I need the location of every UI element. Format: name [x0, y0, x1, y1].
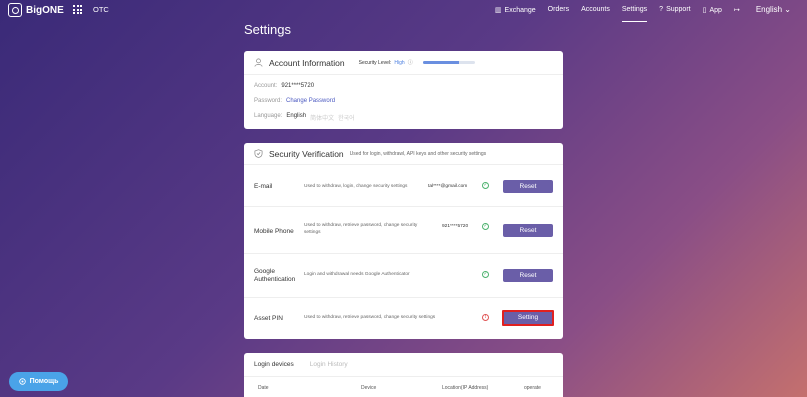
- nav-exchange[interactable]: ▥ Exchange: [489, 6, 542, 14]
- language-label: Language:: [254, 113, 283, 119]
- column-header-operate: operate: [524, 385, 541, 391]
- security-progress-fill: [422, 61, 460, 64]
- security-row-email: E-mail Used to withdraw, login, change s…: [244, 165, 563, 207]
- question-icon: ?: [659, 6, 664, 13]
- info-icon[interactable]: ⓘ: [408, 59, 413, 66]
- page-title: Settings: [244, 22, 291, 37]
- row-desc: Used to withdraw, retrieve password, cha…: [304, 315, 436, 320]
- tab-login-devices[interactable]: Login devices: [254, 361, 294, 368]
- row-name: Asset PIN: [254, 315, 283, 322]
- asset-pin-setting-button[interactable]: Setting: [502, 310, 554, 326]
- column-header-date: Date: [258, 385, 269, 391]
- row-desc: Used to withdraw, retrieve password, cha…: [304, 223, 418, 235]
- nav-settings[interactable]: Settings: [616, 6, 653, 22]
- account-info-card: Account Information Security Level: High…: [244, 51, 563, 129]
- column-header-device: Device: [361, 385, 377, 391]
- chat-icon: [18, 378, 26, 385]
- chart-icon: ▥: [494, 6, 502, 14]
- security-level-label: Security Level:: [358, 59, 392, 66]
- row-name: E-mail: [254, 183, 273, 190]
- tab-login-history[interactable]: Login History: [310, 361, 348, 368]
- login-devices-card: Login devices Login History Date Device …: [244, 353, 563, 397]
- mobile-reset-button[interactable]: Reset: [503, 224, 553, 237]
- security-row-asset-pin: Asset PIN Used to withdraw, retrieve pas…: [244, 298, 563, 339]
- change-password-link[interactable]: Change Password: [286, 98, 335, 104]
- warning-circle-icon: !: [482, 314, 489, 321]
- help-button[interactable]: Помощь: [9, 372, 68, 391]
- row-desc: Login and withdrawal needs Google Authen…: [304, 272, 410, 277]
- security-level-value: High: [394, 59, 405, 66]
- email-reset-button[interactable]: Reset: [503, 180, 553, 193]
- nav-support[interactable]: ? Support: [653, 6, 696, 13]
- check-circle-icon: ✓: [482, 271, 489, 278]
- chevron-down-icon: ⌄: [784, 5, 791, 14]
- brand-name: BigONE: [26, 4, 64, 16]
- help-button-label: Помощь: [29, 378, 59, 385]
- language-option-chinese[interactable]: 简体中文: [310, 113, 334, 122]
- nav-accounts[interactable]: Accounts: [575, 6, 616, 13]
- nav-otc[interactable]: OTC: [93, 5, 109, 14]
- password-label: Password:: [254, 98, 283, 104]
- brand-logo[interactable]: BigONE: [8, 3, 64, 17]
- account-info-title: Account Information: [269, 57, 345, 68]
- security-row-mobile: Mobile Phone Used to withdraw, retrieve …: [244, 207, 563, 254]
- check-circle-icon: ✓: [482, 223, 489, 230]
- row-value: tal****@gmail.com: [428, 184, 468, 189]
- check-circle-icon: ✓: [482, 182, 489, 189]
- row-name: Mobile Phone: [254, 228, 294, 235]
- account-label: Account:: [254, 83, 278, 89]
- phone-icon: ▯: [702, 6, 707, 14]
- security-row-google-auth: Google Authentication Login and withdraw…: [244, 254, 563, 298]
- language-selector[interactable]: English ⌄: [746, 5, 797, 14]
- bigone-logo-icon: [8, 3, 22, 17]
- shield-icon: [254, 149, 263, 158]
- account-value: 921****5720: [281, 83, 315, 89]
- nav-app[interactable]: ▯ App: [697, 6, 728, 14]
- nav-orders[interactable]: Orders: [542, 6, 575, 13]
- security-verification-title: Security Verification: [269, 148, 344, 159]
- apps-grid-icon[interactable]: [73, 5, 82, 14]
- language-option-english[interactable]: English: [286, 113, 306, 122]
- logout-icon[interactable]: ↦: [728, 6, 746, 14]
- top-nav: BigONE OTC ▥ Exchange Orders Accounts Set…: [0, 0, 807, 22]
- row-desc: Used to withdraw, login, change security…: [304, 184, 408, 189]
- row-value: 921****5720: [442, 224, 469, 229]
- google-auth-reset-button[interactable]: Reset: [503, 269, 553, 282]
- security-progress-bar: [422, 61, 475, 64]
- security-verification-subtitle: Used for login, withdrawl, API keys and …: [349, 150, 487, 157]
- user-icon: [254, 58, 263, 67]
- column-header-location: Location(IP Address): [442, 385, 489, 391]
- row-name: Google Authentication: [254, 268, 296, 283]
- security-verification-card: Security Verification Used for login, wi…: [244, 143, 563, 339]
- language-option-korean[interactable]: 한국어: [338, 113, 355, 122]
